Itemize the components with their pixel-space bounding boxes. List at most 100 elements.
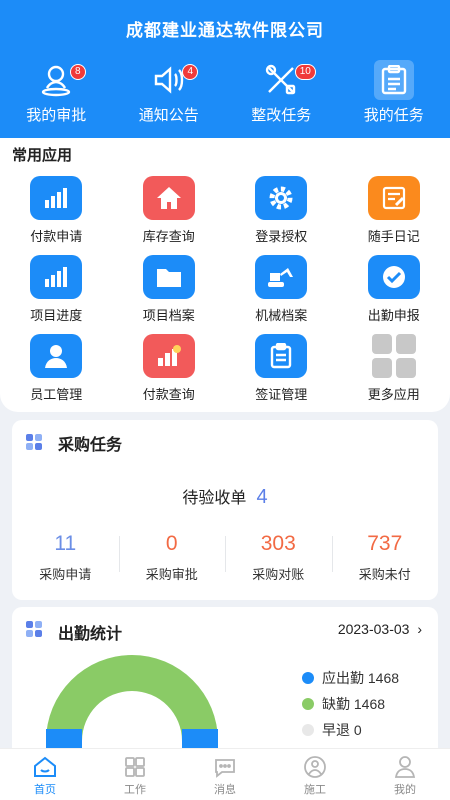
app-staff-management[interactable]: 员工管理 [0, 334, 113, 403]
legend-label: 早退 0 [322, 722, 362, 738]
app-label: 库存查询 [142, 229, 195, 244]
legend-dot [302, 672, 314, 684]
tab-home[interactable]: 首页 [0, 749, 90, 800]
grid-icon [368, 334, 420, 378]
rectification-badge: 10 [294, 64, 316, 80]
stat-label: 采购申请 [39, 567, 92, 582]
message-icon [213, 755, 237, 779]
stat-purchase-approval[interactable]: 0 采购审批 [118, 532, 226, 583]
app-label: 员工管理 [30, 387, 83, 402]
bar-chart-icon [30, 255, 83, 299]
stat-label: 采购未付 [358, 567, 411, 582]
company-title: 成都建业通达软件限公司 [126, 21, 324, 40]
nav-rectification[interactable]: 10 整改任务 [225, 60, 338, 125]
top-nav: 8 我的审批 4 通知公告 10 整改任务 我的任务 [0, 60, 450, 125]
common-apps-panel: 常用应用 付款申请 库存查询 登录授权 随手日记 项目进度 项目档案 机械档案 … [0, 138, 450, 412]
approval-icon [36, 60, 76, 100]
nav-label: 我的任务 [363, 107, 424, 124]
attendance-card: 出勤统计 2023-03-03 › 应出勤 1468 缺勤 1468 早退 0 [12, 607, 438, 767]
speaker-icon [149, 60, 189, 100]
header: 成都建业通达软件限公司 8 我的审批 4 通知公告 10 整改任务 我的任务 [0, 0, 450, 138]
section-grid-icon [26, 434, 42, 450]
profile-icon [393, 755, 417, 779]
pending-value: 4 [256, 486, 268, 508]
app-payment-query[interactable]: 付款查询 [113, 334, 226, 403]
app-attendance-report[interactable]: 出勤申报 [338, 255, 450, 324]
common-apps-title: 常用应用 [12, 147, 73, 164]
chevron-right-icon: › [417, 621, 422, 637]
gear-icon [255, 176, 308, 220]
nav-notice[interactable]: 4 通知公告 [113, 60, 226, 125]
tab-label: 施工 [304, 784, 326, 796]
tab-label: 首页 [34, 784, 56, 796]
app-label: 项目进度 [30, 308, 83, 323]
nav-label: 整改任务 [251, 107, 312, 124]
purchase-title: 采购任务 [58, 437, 123, 454]
app-label: 随手日记 [367, 229, 420, 244]
legend-item[interactable]: 缺勤 1468 [302, 691, 399, 717]
coins-icon [142, 334, 195, 378]
folder-icon [142, 255, 195, 299]
house-icon [142, 176, 195, 220]
person-icon [30, 334, 83, 378]
legend-item[interactable]: 应出勤 1468 [302, 665, 399, 691]
app-payment-request[interactable]: 付款申请 [0, 176, 113, 245]
app-label: 登录授权 [255, 229, 308, 244]
work-icon [123, 755, 147, 779]
stat-purchase-unpaid[interactable]: 737 采购未付 [331, 532, 439, 583]
excavator-icon [255, 255, 308, 299]
app-label: 项目档案 [142, 308, 195, 323]
tab-label: 工作 [124, 784, 146, 796]
app-inventory-query[interactable]: 库存查询 [113, 176, 226, 245]
home-icon [33, 755, 57, 779]
app-more[interactable]: 更多应用 [338, 334, 450, 403]
legend-label: 缺勤 1468 [322, 696, 386, 712]
app-visa-management[interactable]: 签证管理 [225, 334, 338, 403]
stat-purchase-reconcile[interactable]: 303 采购对账 [225, 532, 332, 583]
bottom-tab-bar: 首页 工作 消息 施工 我的 [0, 748, 450, 800]
purchase-card: 采购任务 待验收单 4 11 采购申请 0 采购审批 303 采购对账 737 采… [12, 420, 438, 600]
stat-value: 0 [165, 532, 178, 555]
notice-badge: 4 [182, 64, 199, 80]
app-daily-diary[interactable]: 随手日记 [338, 176, 450, 245]
date-selector[interactable]: 2023-03-03 › [338, 621, 422, 637]
nav-my-tasks[interactable]: 我的任务 [338, 60, 450, 125]
date-value: 2023-03-03 [337, 621, 410, 637]
section-grid-icon [26, 621, 42, 637]
tools-icon [261, 60, 301, 100]
attendance-title: 出勤统计 [58, 626, 123, 643]
legend-item[interactable]: 早退 0 [302, 717, 399, 743]
app-project-progress[interactable]: 项目进度 [0, 255, 113, 324]
tab-messages[interactable]: 消息 [180, 749, 270, 800]
tab-work[interactable]: 工作 [90, 749, 180, 800]
tab-profile[interactable]: 我的 [360, 749, 450, 800]
purchase-stats: 11 采购申请 0 采购审批 303 采购对账 737 采购未付 [12, 532, 438, 583]
nav-label: 通知公告 [138, 107, 199, 124]
bar-chart-icon [30, 176, 83, 220]
pending-inspection[interactable]: 待验收单 4 [12, 484, 438, 509]
stat-value: 11 [54, 532, 77, 555]
apps-grid: 付款申请 库存查询 登录授权 随手日记 项目进度 项目档案 机械档案 出勤申报 … [0, 176, 450, 403]
stat-label: 采购审批 [145, 567, 198, 582]
tab-label: 我的 [394, 784, 416, 796]
app-machinery-archive[interactable]: 机械档案 [225, 255, 338, 324]
legend-dot [302, 724, 314, 736]
legend-label: 应出勤 1468 [322, 670, 400, 686]
app-login-authorization[interactable]: 登录授权 [225, 176, 338, 245]
tab-construction[interactable]: 施工 [270, 749, 360, 800]
app-label: 机械档案 [255, 308, 308, 323]
approval-badge: 8 [69, 64, 86, 80]
check-icon [367, 255, 420, 299]
clipboard-icon [373, 60, 414, 100]
stat-value: 737 [367, 532, 403, 555]
attendance-legend: 应出勤 1468 缺勤 1468 早退 0 [302, 665, 399, 743]
construction-icon [303, 755, 327, 779]
clipboard-icon [255, 334, 308, 378]
app-project-archive[interactable]: 项目档案 [113, 255, 226, 324]
app-label: 出勤申报 [367, 308, 420, 323]
nav-my-approval[interactable]: 8 我的审批 [0, 60, 113, 125]
app-label: 签证管理 [255, 387, 308, 402]
app-label: 付款申请 [30, 229, 83, 244]
pending-label: 待验收单 [182, 490, 247, 507]
stat-purchase-request[interactable]: 11 采购申请 [12, 532, 119, 583]
